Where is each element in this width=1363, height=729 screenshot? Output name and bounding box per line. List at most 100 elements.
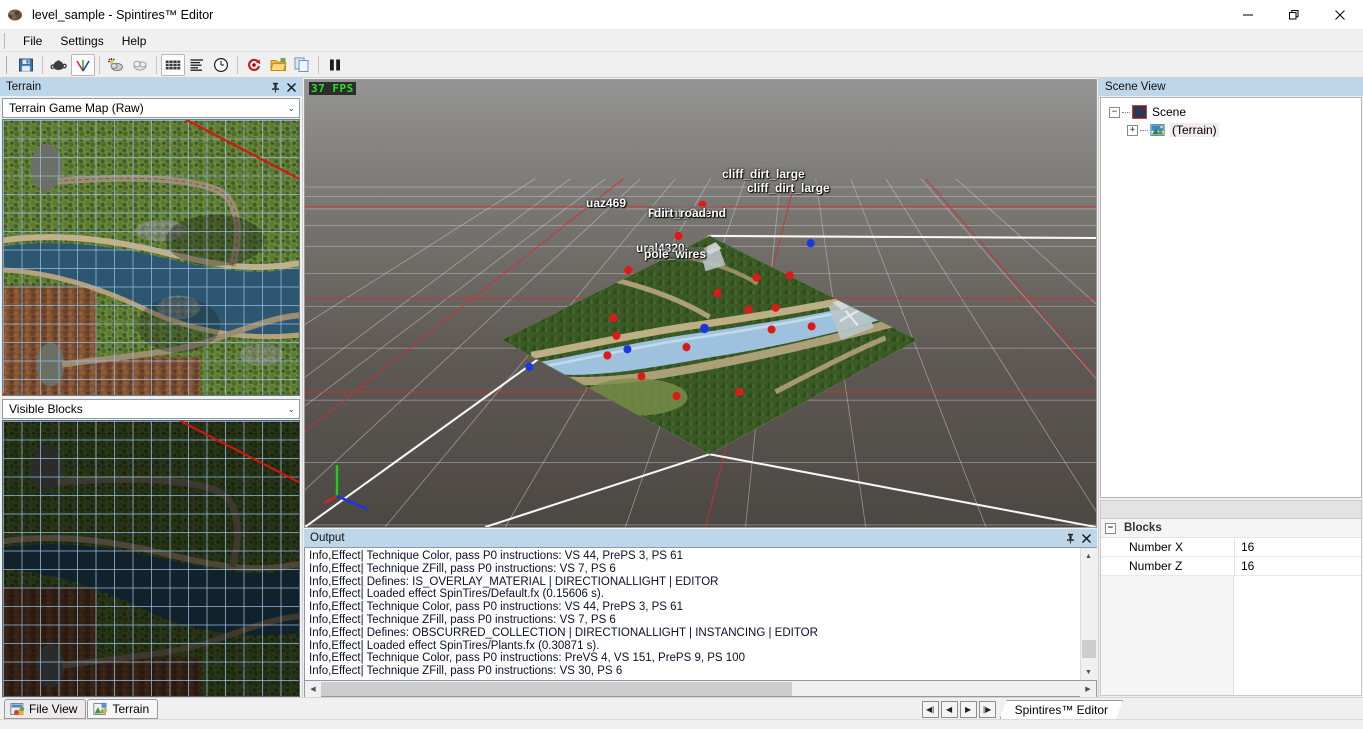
scene-view-header: Scene View (1099, 78, 1363, 96)
tree-row[interactable]: + (Terrain) (1109, 121, 1361, 139)
cloud-button[interactable] (128, 54, 152, 76)
menu-settings[interactable]: Settings (51, 31, 112, 51)
axis-gizmo-icon (75, 57, 91, 73)
property-row[interactable]: Number Z 16 (1101, 556, 1361, 576)
save-button[interactable] (14, 54, 38, 76)
scroll-right-icon[interactable]: ▶ (1080, 681, 1096, 697)
menu-help[interactable]: Help (113, 31, 156, 51)
status-bar (0, 719, 1363, 729)
grid-button[interactable] (161, 53, 185, 76)
hscroll-thumb[interactable] (321, 682, 792, 696)
sheet-nav-buttons: ◀| ◀ ▶ |▶ (921, 701, 998, 718)
tree-expand-toggle[interactable]: + (1127, 124, 1138, 136)
chevron-down-icon: ⌄ (287, 403, 295, 414)
tree-collapse-toggle[interactable]: − (1109, 106, 1120, 118)
scene-tree[interactable]: − Scene + (Terrain) (1100, 97, 1362, 498)
output-horizontal-scrollbar[interactable]: ◀ ▶ (304, 681, 1097, 697)
first-sheet-button[interactable]: ◀| (921, 701, 939, 718)
copy-button[interactable] (290, 54, 314, 76)
output-log[interactable]: Info,Effect| Technique Color, pass P0 in… (305, 548, 1080, 680)
main-body: Terrain Terrain Game Map (Raw) ⌄ Visible… (0, 78, 1363, 697)
output-line: Info,Effect| Defines: IS_OVERLAY_MATERIA… (309, 575, 719, 588)
teapot-icon (50, 57, 68, 73)
visible-blocks-grid (3, 421, 299, 696)
group-collapse-toggle[interactable]: − (1105, 522, 1116, 534)
open-folder-button[interactable] (266, 54, 290, 76)
3d-viewport[interactable]: 37 FPS cliff_dirt_large cliff_dirt_large… (304, 79, 1097, 528)
property-value-number-x[interactable]: 16 (1234, 537, 1361, 557)
hscroll-track[interactable] (321, 681, 1080, 696)
output-line: Info,Effect| Defines: OBSCURRED_COLLECTI… (309, 626, 818, 639)
blocks-group-header[interactable]: − Blocks (1101, 519, 1361, 538)
minimize-button[interactable] (1225, 0, 1271, 30)
property-row[interactable]: Number X 16 (1101, 537, 1361, 557)
scroll-up-icon[interactable]: ▲ (1080, 548, 1097, 564)
tree-row[interactable]: − Scene (1109, 103, 1361, 121)
terrain-map-grid (3, 120, 299, 395)
window-title: level_sample - Spintires™ Editor (32, 7, 214, 22)
close-icon[interactable] (284, 80, 298, 94)
pause-button[interactable] (323, 54, 347, 76)
viewport-axis-gizmo (323, 451, 383, 511)
cloud-icon (131, 57, 149, 73)
pin-icon[interactable] (1063, 531, 1077, 545)
close-icon[interactable] (1079, 531, 1093, 545)
output-panel: Output Info,Effect| Technique Color, pas… (304, 529, 1097, 697)
scroll-down-icon[interactable]: ▼ (1080, 664, 1097, 680)
blocks-group-label: Blocks (1124, 522, 1162, 534)
weather-button[interactable] (104, 54, 128, 76)
visible-blocks-combo-label: Visible Blocks (9, 402, 83, 416)
last-sheet-button[interactable]: |▶ (978, 701, 996, 718)
clock-button[interactable] (209, 54, 233, 76)
toolbar-separator (237, 55, 238, 74)
open-folder-icon (269, 57, 287, 72)
bottom-bar: File View Terrain ◀| ◀ ▶ |▶ Spintires™ E… (0, 697, 1363, 719)
viewport-label-cliff-dirt-large-2: cliff_dirt_large (746, 181, 831, 195)
restore-button[interactable] (1271, 0, 1317, 30)
tab-terrain[interactable]: Terrain (87, 699, 159, 719)
terrain-image-icon (1150, 123, 1165, 137)
tree-connector (1140, 129, 1148, 131)
editor-window: level_sample - Spintires™ Editor File Se… (0, 0, 1363, 729)
reload-icon (246, 57, 262, 73)
sheet-tab-spintires-editor[interactable]: Spintires™ Editor (1000, 700, 1123, 719)
teapot-button[interactable] (47, 54, 71, 76)
terrain-panel-body: Terrain Game Map (Raw) ⌄ Visible Blocks … (0, 96, 302, 697)
output-line: Info,Effect| Technique Color, pass P0 in… (309, 601, 683, 614)
visible-blocks-combo[interactable]: Visible Blocks ⌄ (2, 399, 300, 419)
viewport-label-dirt-road: dirt_road (653, 206, 708, 220)
reload-button[interactable] (242, 54, 266, 76)
toolbar-separator (318, 55, 319, 74)
output-line: Info,Effect| Technique ZFill, pass P0 in… (309, 613, 616, 626)
property-name-number-z: Number Z (1129, 559, 1183, 573)
terrain-dock: Terrain Terrain Game Map (Raw) ⌄ Visible… (0, 78, 302, 697)
close-button[interactable] (1317, 0, 1363, 30)
menu-file[interactable]: File (14, 31, 51, 51)
pause-icon (328, 58, 342, 72)
axis-gizmo-button[interactable] (71, 53, 95, 76)
terrain-tab-icon (93, 702, 108, 716)
terrain-map-preview[interactable] (2, 119, 300, 396)
scroll-left-icon[interactable]: ◀ (305, 681, 321, 697)
pin-icon[interactable] (268, 80, 282, 94)
next-sheet-button[interactable]: ▶ (959, 701, 977, 718)
property-value-number-z[interactable]: 16 (1234, 556, 1361, 576)
tree-label-scene: Scene (1152, 105, 1187, 119)
output-body: Info,Effect| Technique Color, pass P0 in… (304, 547, 1097, 681)
vscroll-thumb[interactable] (1081, 640, 1096, 658)
sun-cloud-icon (107, 57, 125, 73)
lines-button[interactable] (185, 54, 209, 76)
terrain-map-combo[interactable]: Terrain Game Map (Raw) ⌄ (2, 98, 300, 118)
blocks-property-grid: − Blocks Number X 16 Number Z 16 (1100, 518, 1362, 696)
output-panel-title: Output (310, 532, 345, 544)
output-vertical-scrollbar[interactable]: ▲ ▼ (1080, 548, 1097, 680)
vscroll-track[interactable] (1080, 564, 1097, 664)
visible-blocks-preview[interactable] (2, 420, 300, 697)
tab-file-view[interactable]: File View (4, 699, 87, 719)
viewport-label-uaz469: uaz469 (585, 196, 628, 210)
center-area: 37 FPS cliff_dirt_large cliff_dirt_large… (302, 78, 1098, 697)
tree-connector (1122, 111, 1130, 113)
window-controls (1225, 0, 1363, 30)
prev-sheet-button[interactable]: ◀ (940, 701, 958, 718)
toolbar-separator (156, 55, 157, 74)
